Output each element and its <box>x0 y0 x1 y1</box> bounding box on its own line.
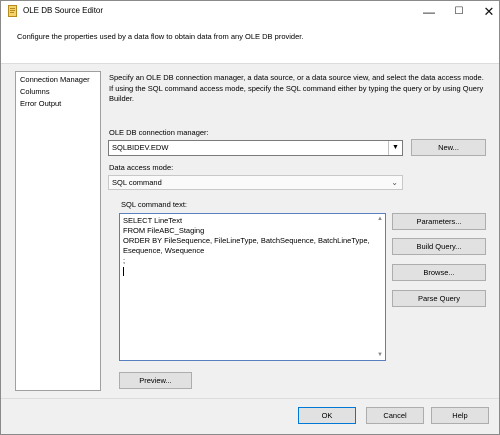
sql-line: ; <box>123 256 126 265</box>
data-access-mode-label: Data access mode: <box>109 163 174 172</box>
vertical-scrollbar[interactable]: ▲ ▼ <box>375 214 385 360</box>
build-query-button[interactable]: Build Query... <box>392 238 486 255</box>
nav-item-connection-manager[interactable]: Connection Manager <box>20 75 90 84</box>
data-access-mode-dropdown[interactable]: SQL command ⌄ <box>108 175 403 190</box>
sql-line: Esequence, Wsequence <box>123 246 205 255</box>
nav-item-columns[interactable]: Columns <box>20 87 50 96</box>
navigation-pane: Connection Manager Columns Error Output <box>15 71 101 391</box>
ok-button[interactable]: OK <box>298 407 356 424</box>
browse-button[interactable]: Browse... <box>392 264 486 281</box>
header-description: Configure the properties used by a data … <box>17 32 304 41</box>
title-bar: OLE DB Source Editor — ☐ ✕ <box>1 1 499 23</box>
instructions-text: Specify an OLE DB connection manager, a … <box>109 73 484 103</box>
parameters-button[interactable]: Parameters... <box>392 213 486 230</box>
scroll-down-icon[interactable]: ▼ <box>375 350 385 360</box>
chevron-down-icon[interactable]: ⌄ <box>391 176 398 189</box>
sql-command-textarea[interactable]: SELECT LineText FROM FileABC_Staging ORD… <box>119 213 386 361</box>
connection-manager-value: SQLBIDEV.EDW <box>112 143 169 152</box>
close-icon[interactable]: ✕ <box>469 1 500 23</box>
text-cursor <box>123 266 382 276</box>
connection-manager-dropdown[interactable]: SQLBIDEV.EDW ▼ <box>108 140 403 156</box>
help-button[interactable]: Help <box>431 407 489 424</box>
new-connection-button[interactable]: New... <box>411 139 486 156</box>
preview-button[interactable]: Preview... <box>119 372 192 389</box>
window-title: OLE DB Source Editor <box>23 6 104 15</box>
ole-db-source-editor-window: OLE DB Source Editor — ☐ ✕ Configure the… <box>0 0 500 435</box>
footer-divider <box>1 398 499 399</box>
header-area: Configure the properties used by a data … <box>1 23 499 63</box>
nav-item-error-output[interactable]: Error Output <box>20 99 61 108</box>
sql-command-label: SQL command text: <box>121 200 187 209</box>
dropdown-arrow-icon[interactable]: ▼ <box>388 141 402 155</box>
header-divider <box>1 63 499 64</box>
data-access-mode-value: SQL command <box>112 178 162 187</box>
cancel-button[interactable]: Cancel <box>366 407 424 424</box>
sql-line: SELECT LineText <box>123 216 183 225</box>
parse-query-button[interactable]: Parse Query <box>392 290 486 307</box>
sql-line: FROM FileABC_Staging <box>123 226 205 235</box>
app-icon <box>8 5 18 18</box>
scroll-up-icon[interactable]: ▲ <box>375 214 385 224</box>
sql-line: ORDER BY FileSequence, FileLineType, Bat… <box>123 236 370 245</box>
connection-manager-label: OLE DB connection manager: <box>109 128 209 137</box>
